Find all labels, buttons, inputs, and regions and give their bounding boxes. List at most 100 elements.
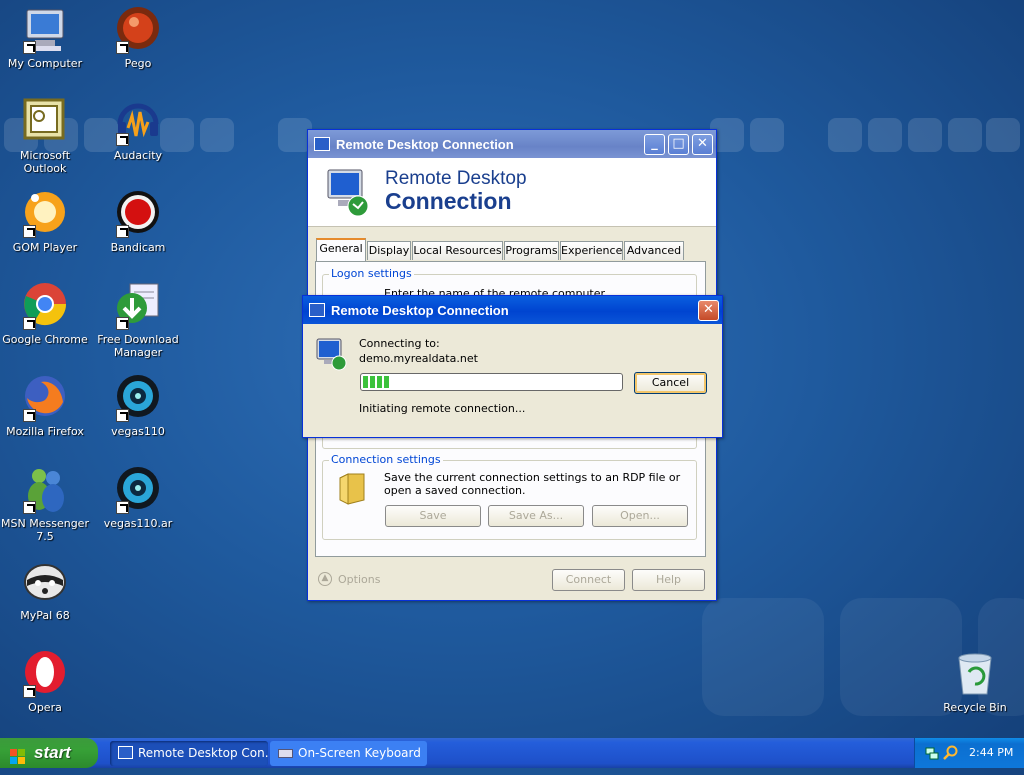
rdc-banner-line1: Remote Desktop (385, 168, 527, 189)
desktop-icon-label: Recycle Bin (943, 701, 1007, 714)
tab-programs[interactable]: Programs (504, 241, 559, 260)
desktop-icon-outlook[interactable]: Microsoft Outlook (0, 98, 91, 175)
desktop-icon-bandicam[interactable]: Bandicam (92, 190, 184, 254)
mypal-icon (21, 558, 69, 606)
desktop-icon-vegas110[interactable]: vegas110 (92, 374, 184, 438)
vegas-icon (114, 466, 162, 514)
desktop-icon-fdm[interactable]: Free Download Manager (92, 282, 184, 359)
desktop-icon-label: Microsoft Outlook (19, 149, 71, 175)
rdc-task-icon (118, 746, 133, 759)
taskbar-item-label: Remote Desktop Con... (138, 746, 268, 760)
connection-settings-text: Save the current connection settings to … (384, 471, 681, 497)
desktop-icon-label: Pego (124, 57, 152, 70)
desktop-icon-label: Google Chrome (2, 333, 88, 346)
rdc-small-icon (315, 337, 349, 374)
minimize-button[interactable]: _ (644, 134, 665, 155)
desktop-icon-pego[interactable]: Pego (92, 6, 184, 70)
start-button[interactable]: start (0, 738, 98, 768)
dialog-close-button[interactable]: ✕ (698, 300, 719, 321)
gom-player-icon (21, 190, 69, 238)
wallpaper-tile (750, 118, 784, 152)
maximize-button[interactable]: □ (668, 134, 689, 155)
connecting-to-label: Connecting to: (359, 337, 440, 350)
desktop-icon-mypal[interactable]: MyPal 68 (0, 558, 91, 622)
desktop-icon-opera[interactable]: Opera (0, 650, 91, 714)
save-as-button[interactable]: Save As... (488, 505, 584, 527)
wallpaper-tile (200, 118, 234, 152)
search-icon[interactable] (943, 745, 959, 761)
desktop-icon-label: Mozilla Firefox (6, 425, 84, 438)
rdc-banner: Remote Desktop Connection (308, 158, 716, 227)
fdm-icon (114, 282, 162, 330)
tab-experience[interactable]: Experience (560, 241, 623, 260)
tab-display[interactable]: Display (367, 241, 411, 260)
wallpaper-tile (948, 118, 982, 152)
keyboard-icon (278, 749, 293, 758)
connection-settings-label: Connection settings (329, 453, 443, 466)
desktop-icon-label: MSN Messenger 7.5 (1, 517, 89, 543)
network-icon[interactable] (925, 746, 939, 760)
desktop-icon-msn[interactable]: MSN Messenger 7.5 (0, 466, 91, 543)
wallpaper-tile (868, 118, 902, 152)
audacity-icon (114, 98, 162, 146)
folder-icon (338, 472, 368, 509)
desktop-icon-label: Free Download Manager (97, 333, 179, 359)
desktop-icon-recycle-bin[interactable]: Recycle Bin (929, 650, 1021, 714)
status-text: Initiating remote connection... (359, 402, 526, 415)
pego-icon (114, 6, 162, 54)
close-button[interactable]: ✕ (692, 134, 713, 155)
logon-settings-label: Logon settings (329, 267, 414, 280)
desktop-icon-chrome[interactable]: Google Chrome (0, 282, 91, 346)
desktop-icon-label: Opera (28, 701, 62, 714)
tab-advanced[interactable]: Advanced (624, 241, 684, 260)
wallpaper-tile (702, 598, 824, 716)
desktop-icon-firefox[interactable]: Mozilla Firefox (0, 374, 91, 438)
desktop-icon-label: vegas110 (111, 425, 165, 438)
rdc-banner-line2: Connection (385, 188, 512, 214)
windows-logo-icon (10, 745, 26, 764)
taskbar: start Remote Desktop Con... On-Screen Ke… (0, 738, 1024, 768)
save-button[interactable]: Save (385, 505, 481, 527)
rdc-app-icon (309, 303, 325, 317)
bandicam-icon (114, 190, 162, 238)
outlook-icon (21, 98, 69, 146)
desktop-icon-vegas110-ar[interactable]: vegas110.ar (92, 466, 184, 530)
desktop-icon-audacity[interactable]: Audacity (92, 98, 184, 162)
chevron-up-icon: ▲ (318, 572, 332, 586)
taskbar-item-keyboard[interactable]: On-Screen Keyboard (270, 741, 427, 766)
dialog-body: Connecting to: demo.myrealdata.net Cance… (303, 324, 722, 437)
connect-button[interactable]: Connect (552, 569, 625, 591)
open-button[interactable]: Open... (592, 505, 688, 527)
taskbar-item-label: On-Screen Keyboard (298, 746, 421, 760)
wallpaper-tile (828, 118, 862, 152)
tab-local-resources[interactable]: Local Resources (412, 241, 503, 260)
firefox-icon (21, 374, 69, 422)
clock[interactable]: 2:44 PM (969, 746, 1013, 759)
vegas-icon (114, 374, 162, 422)
progress-bar (360, 373, 623, 391)
tab-general[interactable]: General (316, 238, 366, 261)
options-label: Options (338, 572, 381, 586)
rdc-logo-icon (324, 166, 374, 221)
opera-icon (21, 650, 69, 698)
chrome-icon (21, 282, 69, 330)
help-button[interactable]: Help (632, 569, 705, 591)
taskbar-item-rdc[interactable]: Remote Desktop Con... (110, 741, 268, 766)
desktop-icon-label: My Computer (7, 57, 83, 70)
start-label: start (34, 743, 71, 762)
desktop-icon-label: GOM Player (12, 241, 78, 254)
desktop-icon-label: MyPal 68 (20, 609, 70, 622)
connecting-dialog: Remote Desktop Connection ✕ Connecting t… (302, 295, 723, 438)
system-tray: 2:44 PM (914, 738, 1024, 768)
desktop-icon-gom-player[interactable]: GOM Player (0, 190, 91, 254)
desktop-icon-my-computer[interactable]: My Computer (0, 6, 91, 70)
rdc-window-title: Remote Desktop Connection (336, 136, 514, 152)
dialog-title: Remote Desktop Connection (331, 302, 509, 318)
rdc-app-icon (314, 137, 330, 151)
cancel-button[interactable]: Cancel (634, 372, 707, 394)
options-toggle[interactable]: ▲ Options (318, 572, 380, 586)
msn-icon (21, 466, 69, 514)
desktop-icon-label: Bandicam (110, 241, 166, 254)
dialog-titlebar[interactable]: Remote Desktop Connection (303, 296, 722, 324)
wallpaper-tile (986, 118, 1020, 152)
